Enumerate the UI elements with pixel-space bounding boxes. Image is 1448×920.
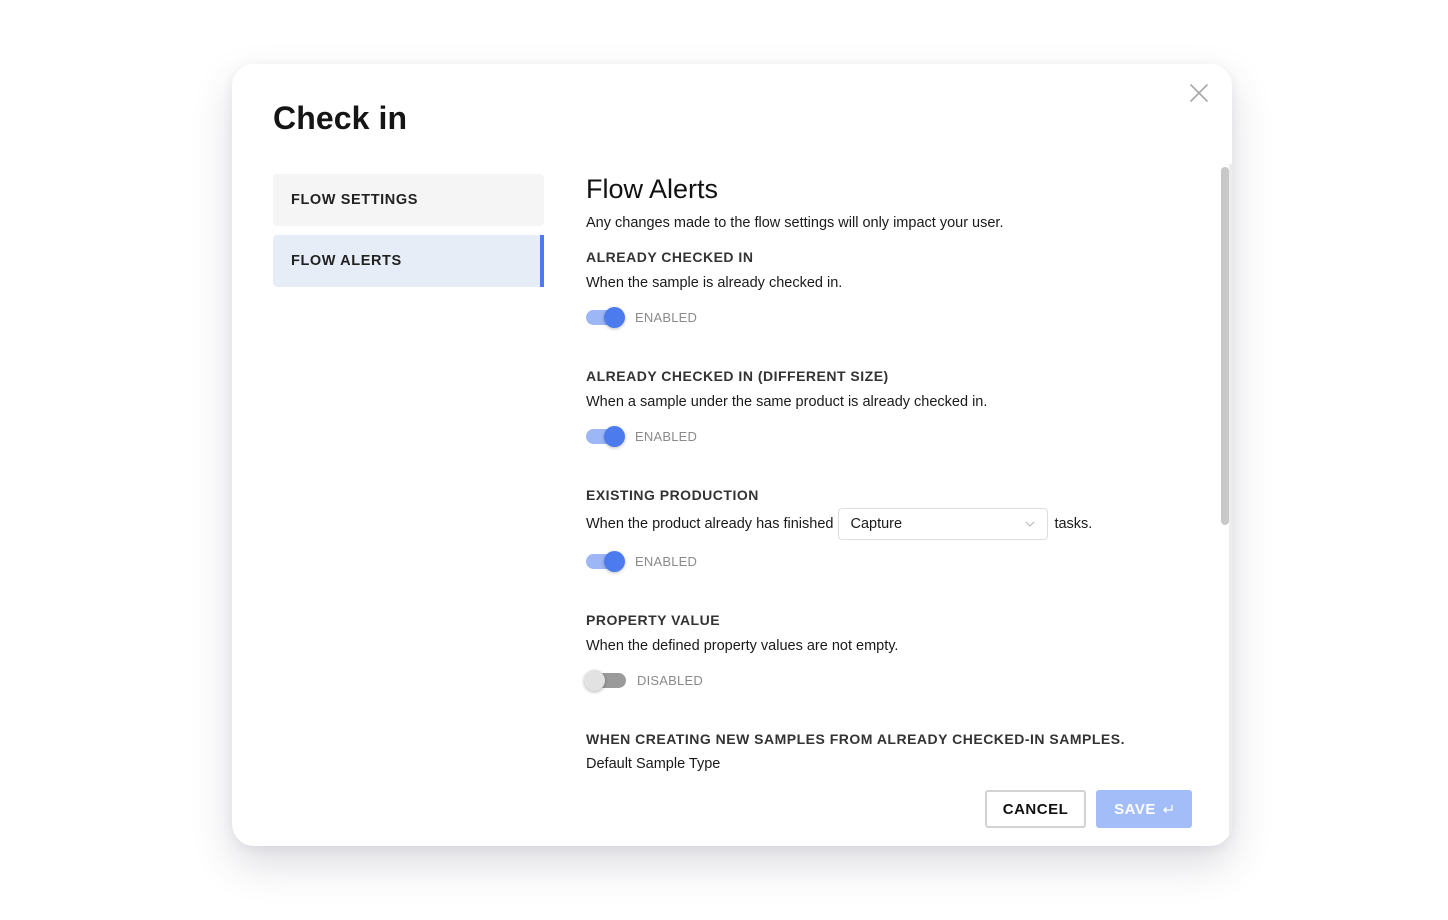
toggle-state-label: ENABLED xyxy=(635,428,698,444)
save-button[interactable]: SAVE xyxy=(1096,790,1192,828)
alert-description: Default Sample Type xyxy=(586,756,721,773)
toggle-knob xyxy=(584,670,605,692)
close-button[interactable] xyxy=(1187,81,1211,105)
enter-key-icon xyxy=(1162,804,1174,814)
close-icon xyxy=(1190,84,1208,102)
property-value-toggle[interactable] xyxy=(584,670,626,692)
flow-alerts-panel: Flow Alerts Any changes made to the flow… xyxy=(584,172,1206,774)
alert-description: When the product already has finished Ca… xyxy=(586,508,1206,541)
sidebar-item-label: FLOW SETTINGS xyxy=(291,192,419,208)
sidebar-item-label: FLOW ALERTS xyxy=(291,253,402,269)
alert-description: When a sample under the same product is … xyxy=(586,394,988,411)
select-value: Capture xyxy=(850,516,903,533)
toggle-state-label: ENABLED xyxy=(635,553,698,569)
toggle-state-label: DISABLED xyxy=(637,672,703,688)
alert-title: ALREADY CHECKED IN (DIFFERENT SIZE) xyxy=(586,368,889,385)
different-size-toggle[interactable] xyxy=(586,426,626,448)
sidebar-nav: FLOW SETTINGS FLOW ALERTS xyxy=(273,174,544,296)
sidebar-item-flow-alerts[interactable]: FLOW ALERTS xyxy=(273,235,544,287)
sidebar-item-flow-settings[interactable]: FLOW SETTINGS xyxy=(273,174,544,226)
check-in-modal: Check in FLOW SETTINGS FLOW ALERTS Flow … xyxy=(232,64,1232,846)
modal-title: Check in xyxy=(273,100,408,136)
existing-production-toggle[interactable] xyxy=(586,551,626,573)
scrollbar-thumb[interactable] xyxy=(1221,167,1229,525)
alert-title: WHEN CREATING NEW SAMPLES FROM ALREADY C… xyxy=(586,731,1125,748)
chevron-down-icon xyxy=(1026,521,1035,527)
alert-title: EXISTING PRODUCTION xyxy=(586,487,759,504)
toggle-knob xyxy=(604,307,625,329)
section-description: Any changes made to the flow settings wi… xyxy=(586,215,1004,232)
alert-existing-production: EXISTING PRODUCTION When the product alr… xyxy=(586,486,1206,573)
section-title: Flow Alerts xyxy=(586,174,719,204)
alert-already-checked-in: ALREADY CHECKED IN When the sample is al… xyxy=(586,248,1206,329)
alert-new-samples-default-type: WHEN CREATING NEW SAMPLES FROM ALREADY C… xyxy=(586,730,1206,774)
alert-property-value: PROPERTY VALUE When the defined property… xyxy=(584,611,1206,692)
alert-description: When the sample is already checked in. xyxy=(586,275,843,292)
toggle-knob xyxy=(604,551,625,573)
description-suffix: tasks. xyxy=(1054,516,1093,533)
cancel-button[interactable]: CANCEL xyxy=(985,790,1086,828)
alert-description: When the defined property values are not… xyxy=(586,638,899,655)
alert-title: PROPERTY VALUE xyxy=(586,612,721,629)
scrollbar-track xyxy=(1229,164,1232,846)
task-type-select[interactable]: Capture xyxy=(838,508,1049,541)
save-label: SAVE xyxy=(1114,800,1156,818)
toggle-state-label: ENABLED xyxy=(635,309,698,325)
already-checked-in-toggle[interactable] xyxy=(586,307,626,329)
toggle-knob xyxy=(604,426,625,448)
alert-already-checked-in-different-size: ALREADY CHECKED IN (DIFFERENT SIZE) When… xyxy=(586,367,1206,448)
description-prefix: When the product already has finished xyxy=(586,516,834,533)
alert-title: ALREADY CHECKED IN xyxy=(586,249,754,266)
